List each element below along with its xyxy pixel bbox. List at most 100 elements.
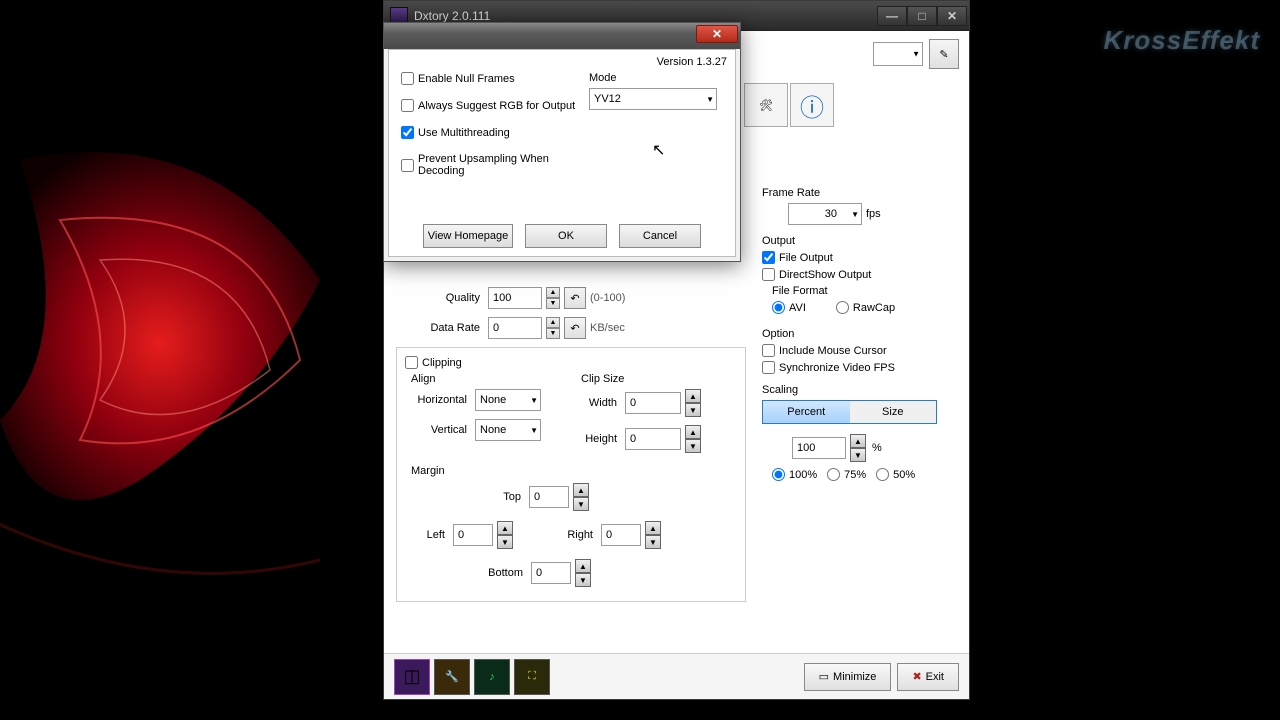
tray-icon: ▭ [819,670,829,683]
top-input[interactable] [529,486,569,508]
right-spinner[interactable]: ▲▼ [645,521,661,549]
vertical-label: Vertical [415,424,471,436]
mousecursor-checkbox[interactable] [762,344,775,357]
quality-spinner[interactable]: ▲▼ [546,287,560,309]
always-rgb-checkbox[interactable] [401,99,414,112]
fps-label: fps [866,208,881,220]
scale-input[interactable] [792,437,846,459]
percent-sign: % [872,442,882,454]
bottom-input[interactable] [531,562,571,584]
pencil-icon: ✎ [939,48,948,61]
syncfps-checkbox[interactable] [762,361,775,374]
height-input[interactable] [625,428,681,450]
exit-button[interactable]: ✖Exit [897,663,959,691]
rawcap-radio[interactable] [836,301,849,314]
height-label: Height [581,433,621,445]
right-label: Right [563,529,597,541]
chevron-down-icon: ▼ [851,210,859,219]
datarate-label: Data Rate [396,322,484,334]
ok-button[interactable]: OK [525,224,607,248]
scale75-radio[interactable] [827,468,840,481]
scale-spinner[interactable]: ▲▼ [850,434,866,462]
quality-label: Quality [396,292,484,304]
output-label: Output [762,235,957,247]
bottom-label: Bottom [483,567,527,579]
clipsize-label: Clip Size [581,373,737,385]
edit-button[interactable]: ✎ [929,39,959,69]
chevron-down-icon: ▼ [530,426,538,435]
left-input[interactable] [453,524,493,546]
mode-label: Mode [589,72,723,84]
footer-tab-3[interactable]: ♪ [474,659,510,695]
clipping-checkbox[interactable] [405,356,418,369]
height-spinner[interactable]: ▲▼ [685,425,701,453]
datarate-unit: KB/sec [590,322,625,334]
chevron-down-icon: ▼ [706,95,714,104]
width-label: Width [581,397,621,409]
chevron-down-icon: ▼ [912,50,920,59]
undo-icon: ↶ [570,322,579,335]
scaling-label: Scaling [762,384,957,396]
minimize-button[interactable]: — [877,6,907,26]
chevron-down-icon: ▼ [530,396,538,405]
option-label: Option [762,328,957,340]
desktop-wallpaper [0,40,390,680]
undo-icon: ↶ [570,292,579,305]
footer-tab-2[interactable]: 🔧 [434,659,470,695]
music-icon: ♪ [489,671,495,683]
clipping-label: Clipping [422,357,462,369]
footer: ◫ 🔧 ♪ ⛶ ▭Minimize ✖Exit [384,653,969,699]
bottom-spinner[interactable]: ▲▼ [575,559,591,587]
left-spinner[interactable]: ▲▼ [497,521,513,549]
profile-dropdown[interactable]: ▼ [873,42,923,66]
right-input[interactable] [601,524,641,546]
enable-null-checkbox[interactable] [401,72,414,85]
scale50-radio[interactable] [876,468,889,481]
quality-hint: (0-100) [590,292,625,304]
width-spinner[interactable]: ▲▼ [685,389,701,417]
framerate-select[interactable]: 30▼ [788,203,862,225]
watermark: KrossEffekt [1104,25,1260,56]
datarate-input[interactable] [488,317,542,339]
prevent-upsample-checkbox[interactable] [401,159,414,172]
horizontal-label: Horizontal [415,394,471,406]
avi-radio[interactable] [772,301,785,314]
view-homepage-button[interactable]: View Homepage [423,224,513,248]
sliders-icon: 🛠 [759,99,773,112]
window-title: Dxtory 2.0.111 [414,9,877,23]
directshow-checkbox[interactable] [762,268,775,281]
margin-label: Margin [411,465,737,477]
datarate-reset[interactable]: ↶ [564,317,586,339]
scale-size-tab[interactable]: Size [850,401,937,423]
minimize-footer-button[interactable]: ▭Minimize [804,663,892,691]
width-input[interactable] [625,392,681,414]
footer-tab-4[interactable]: ⛶ [514,659,550,695]
scale-percent-tab[interactable]: Percent [763,401,850,423]
codec-dialog: ✕ Version 1.3.27 Enable Null Frames Alwa… [383,22,741,262]
vertical-select[interactable]: None▼ [475,419,541,441]
info-icon: ⓘ [800,88,824,123]
dialog-close-button[interactable]: ✕ [696,25,738,43]
left-label: Left [423,529,449,541]
close-button[interactable]: ✕ [937,6,967,26]
cancel-button[interactable]: Cancel [619,224,701,248]
fileformat-label: File Format [772,285,957,297]
scale100-radio[interactable] [772,468,785,481]
top-spinner[interactable]: ▲▼ [573,483,589,511]
align-label: Align [411,373,561,385]
mode-select[interactable]: YV12▼ [589,88,717,110]
framerate-label: Frame Rate [762,187,957,199]
multithread-checkbox[interactable] [401,126,414,139]
file-output-checkbox[interactable] [762,251,775,264]
tab-info[interactable]: ⓘ [790,83,834,127]
quality-reset[interactable]: ↶ [564,287,586,309]
footer-tab-1[interactable]: ◫ [394,659,430,695]
dialog-titlebar[interactable]: ✕ [384,23,740,49]
datarate-spinner[interactable]: ▲▼ [546,317,560,339]
quality-input[interactable] [488,287,542,309]
top-label: Top [495,491,525,503]
maximize-button[interactable]: □ [907,6,937,26]
dialog-version: Version 1.3.27 [657,56,727,68]
tab-tools[interactable]: 🛠 [744,83,788,127]
horizontal-select[interactable]: None▼ [475,389,541,411]
